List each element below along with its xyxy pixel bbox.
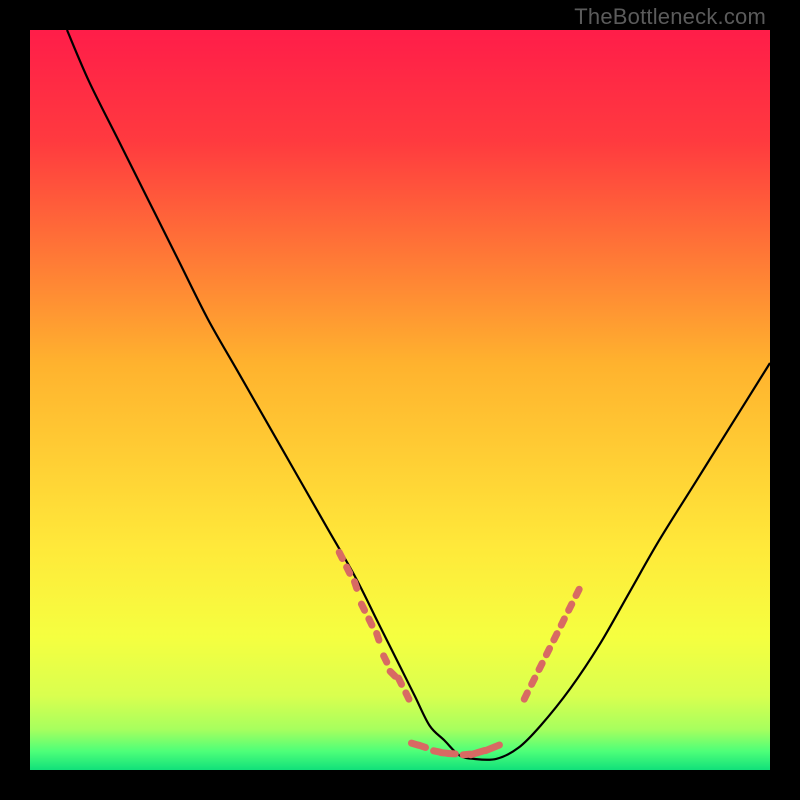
highlight-dot [542, 644, 555, 660]
chart-frame [30, 30, 770, 770]
bottleneck-curve [67, 30, 770, 760]
highlight-dot [520, 688, 533, 704]
highlight-dot [534, 659, 547, 675]
highlight-dot [414, 741, 430, 752]
watermark-text: TheBottleneck.com [574, 4, 766, 30]
highlight-dot [549, 629, 562, 645]
highlight-dots-right [520, 585, 584, 704]
highlight-dot [527, 673, 540, 689]
plot-area [30, 30, 770, 770]
highlight-dot [379, 651, 392, 667]
highlight-dots-left [335, 548, 414, 704]
highlight-dots-bottom [407, 739, 504, 759]
highlight-dot [557, 614, 570, 630]
chart-svg [30, 30, 770, 770]
highlight-dot [564, 599, 577, 615]
highlight-dot [445, 750, 459, 758]
highlight-dot [571, 585, 584, 601]
